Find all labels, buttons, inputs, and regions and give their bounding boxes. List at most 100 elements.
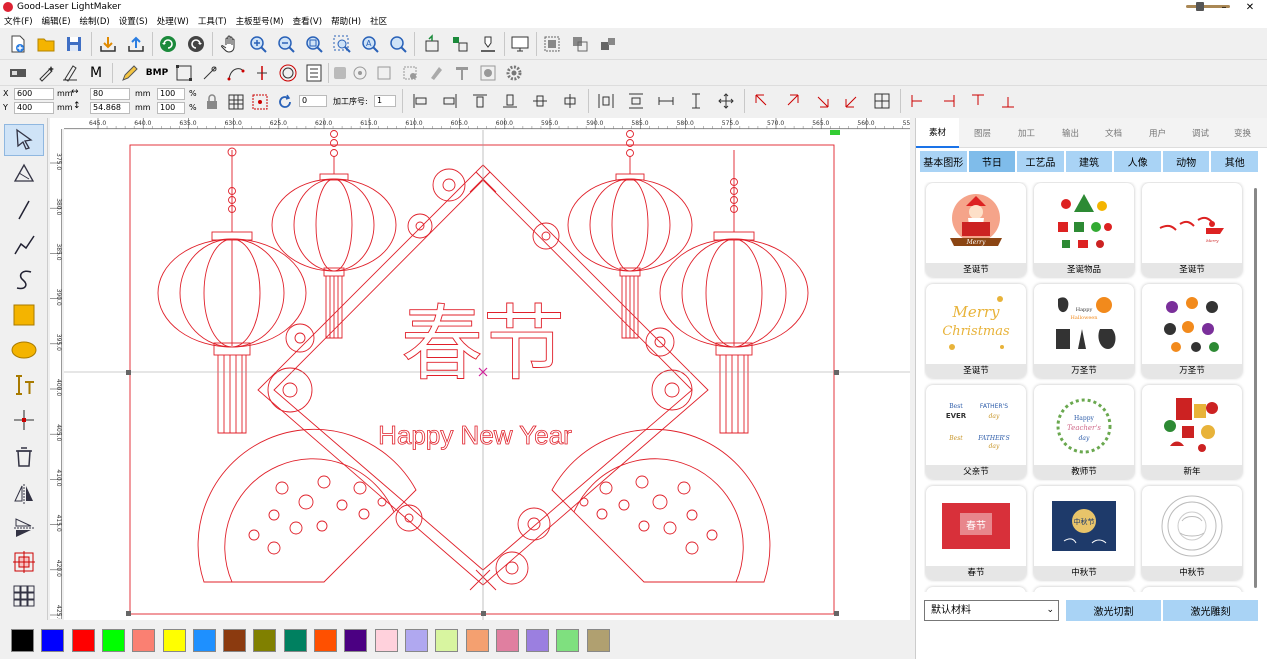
tab-debug[interactable]: 调试 [1179, 118, 1222, 148]
ungroup-icon[interactable] [568, 32, 592, 56]
frame-icon[interactable] [420, 32, 444, 56]
dock-right-icon[interactable] [936, 89, 960, 113]
anchor-icon[interactable] [248, 90, 272, 114]
color-swatch[interactable] [253, 629, 277, 652]
move-top-left-icon[interactable] [750, 89, 774, 113]
menu-help[interactable]: 帮助(H) [331, 15, 361, 27]
materials-scrollbar[interactable] [1254, 188, 1257, 588]
pen-icon[interactable] [34, 61, 58, 85]
close-button[interactable]: ✕ [1236, 0, 1264, 14]
design-canvas[interactable]: 春节 Happy New Year [64, 130, 910, 620]
delete-trash-icon[interactable] [4, 440, 44, 472]
category-other[interactable]: 其他 [1211, 151, 1259, 172]
import-icon[interactable] [96, 32, 120, 56]
width-percent-input[interactable]: 100 [157, 88, 185, 100]
color-swatch[interactable] [101, 629, 125, 652]
tab-output[interactable]: 输出 [1049, 118, 1092, 148]
color-swatch[interactable] [404, 629, 428, 652]
curve-node-icon[interactable] [224, 61, 248, 85]
color-swatch[interactable] [314, 629, 337, 652]
lock-icon[interactable] [200, 90, 224, 114]
dock-bottom-icon[interactable] [996, 89, 1020, 113]
tab-document[interactable]: 文档 [1092, 118, 1135, 148]
offset-icon[interactable] [276, 61, 300, 85]
color-swatch[interactable] [435, 629, 459, 652]
grid-icon[interactable] [224, 90, 248, 114]
mirror-vertical-icon[interactable] [4, 512, 44, 544]
redo-icon[interactable] [184, 32, 208, 56]
material-card[interactable] [926, 587, 1026, 592]
vertical-ruler[interactable]: 375.0 380.0 385.0 390.0 395.0 400.0 405.0 410.0… [50, 129, 62, 622]
zoom-out-icon[interactable] [274, 32, 298, 56]
select-rect-icon[interactable] [172, 61, 196, 85]
laser-device-icon[interactable] [6, 61, 30, 85]
node-edit-icon[interactable] [4, 158, 44, 190]
trim-icon[interactable] [198, 61, 222, 85]
material-card[interactable]: Merry 圣诞节 [1142, 183, 1242, 277]
color-swatch[interactable] [192, 629, 216, 652]
zoom-in-icon[interactable] [246, 32, 270, 56]
zoom-all-icon[interactable]: A [358, 32, 382, 56]
rotate-input[interactable]: 0 [299, 95, 327, 107]
color-swatch[interactable] [162, 629, 186, 652]
zoom-selection-icon[interactable] [330, 32, 354, 56]
menu-tools[interactable]: 工具(T) [198, 15, 227, 27]
width-input[interactable]: 80 [90, 88, 130, 100]
array-grid-icon[interactable] [4, 580, 44, 612]
category-portraits[interactable]: 人像 [1114, 151, 1161, 172]
dock-top-icon[interactable] [966, 89, 990, 113]
material-card[interactable]: Best EVER FATHER'S day Best FATHER'S day 父亲节 [926, 385, 1026, 479]
color-swatch[interactable] [344, 629, 368, 652]
align-top-icon[interactable] [468, 89, 492, 113]
laser-engrave-button[interactable]: 激光雕刻 [1163, 600, 1258, 621]
distribute-v-icon[interactable] [624, 89, 648, 113]
sequence-input[interactable]: 1 [374, 95, 396, 107]
open-folder-icon[interactable] [34, 32, 58, 56]
same-height-icon[interactable] [684, 89, 708, 113]
color-swatch[interactable] [283, 629, 307, 652]
export-icon[interactable] [124, 32, 148, 56]
list-icon[interactable] [302, 61, 326, 85]
color-swatch[interactable] [41, 629, 65, 652]
group-icon[interactable] [540, 32, 564, 56]
material-card[interactable]: Happy Halloween 万圣节 [1034, 284, 1134, 378]
tab-transform[interactable]: 变换 [1221, 118, 1264, 148]
dock-left-icon[interactable] [906, 89, 930, 113]
text-icon[interactable] [4, 369, 44, 401]
eraser-icon[interactable] [58, 61, 82, 85]
break-icon[interactable] [250, 61, 274, 85]
align-right-icon[interactable] [438, 89, 462, 113]
material-select[interactable]: 默认材料 ⌄ [924, 600, 1059, 621]
zoom-window-icon[interactable] [386, 32, 410, 56]
monitor-icon[interactable] [508, 32, 532, 56]
bmp-button[interactable]: BMP [143, 61, 171, 85]
color-swatch[interactable] [526, 629, 550, 652]
material-card[interactable]: Merry Christmas 圣诞节 [926, 284, 1026, 378]
rotate-icon[interactable] [273, 90, 297, 114]
menu-file[interactable]: 文件(F) [4, 15, 33, 27]
menu-process[interactable]: 处理(W) [157, 15, 189, 27]
zoom-fit-icon[interactable] [302, 32, 326, 56]
origin-icon[interactable] [448, 32, 472, 56]
color-swatch[interactable] [223, 629, 247, 652]
material-card[interactable]: 春节 春节 [926, 486, 1026, 580]
x-input[interactable]: 600 [14, 88, 54, 100]
color-swatch[interactable] [556, 629, 580, 652]
align-vcenter-icon[interactable] [528, 89, 552, 113]
material-card[interactable]: 中秋节 [1142, 486, 1242, 580]
position-icon[interactable] [4, 404, 44, 436]
minimize-button[interactable]: – [1210, 0, 1238, 14]
pan-hand-icon[interactable] [218, 32, 242, 56]
material-card[interactable]: 万圣节 [1142, 284, 1242, 378]
mirror-horizontal-icon[interactable] [4, 478, 44, 510]
tab-user[interactable]: 用户 [1136, 118, 1179, 148]
height-percent-input[interactable]: 100 [157, 102, 185, 114]
color-swatch[interactable] [465, 629, 489, 652]
laser-cut-button[interactable]: 激光切割 [1066, 600, 1161, 621]
category-holidays[interactable]: 节日 [968, 151, 1016, 172]
curve-icon[interactable] [4, 264, 44, 296]
move-center-icon[interactable] [870, 89, 894, 113]
measure-m-button[interactable]: M [84, 61, 108, 85]
category-buildings[interactable]: 建筑 [1065, 151, 1113, 172]
ellipse-icon[interactable] [4, 334, 44, 366]
